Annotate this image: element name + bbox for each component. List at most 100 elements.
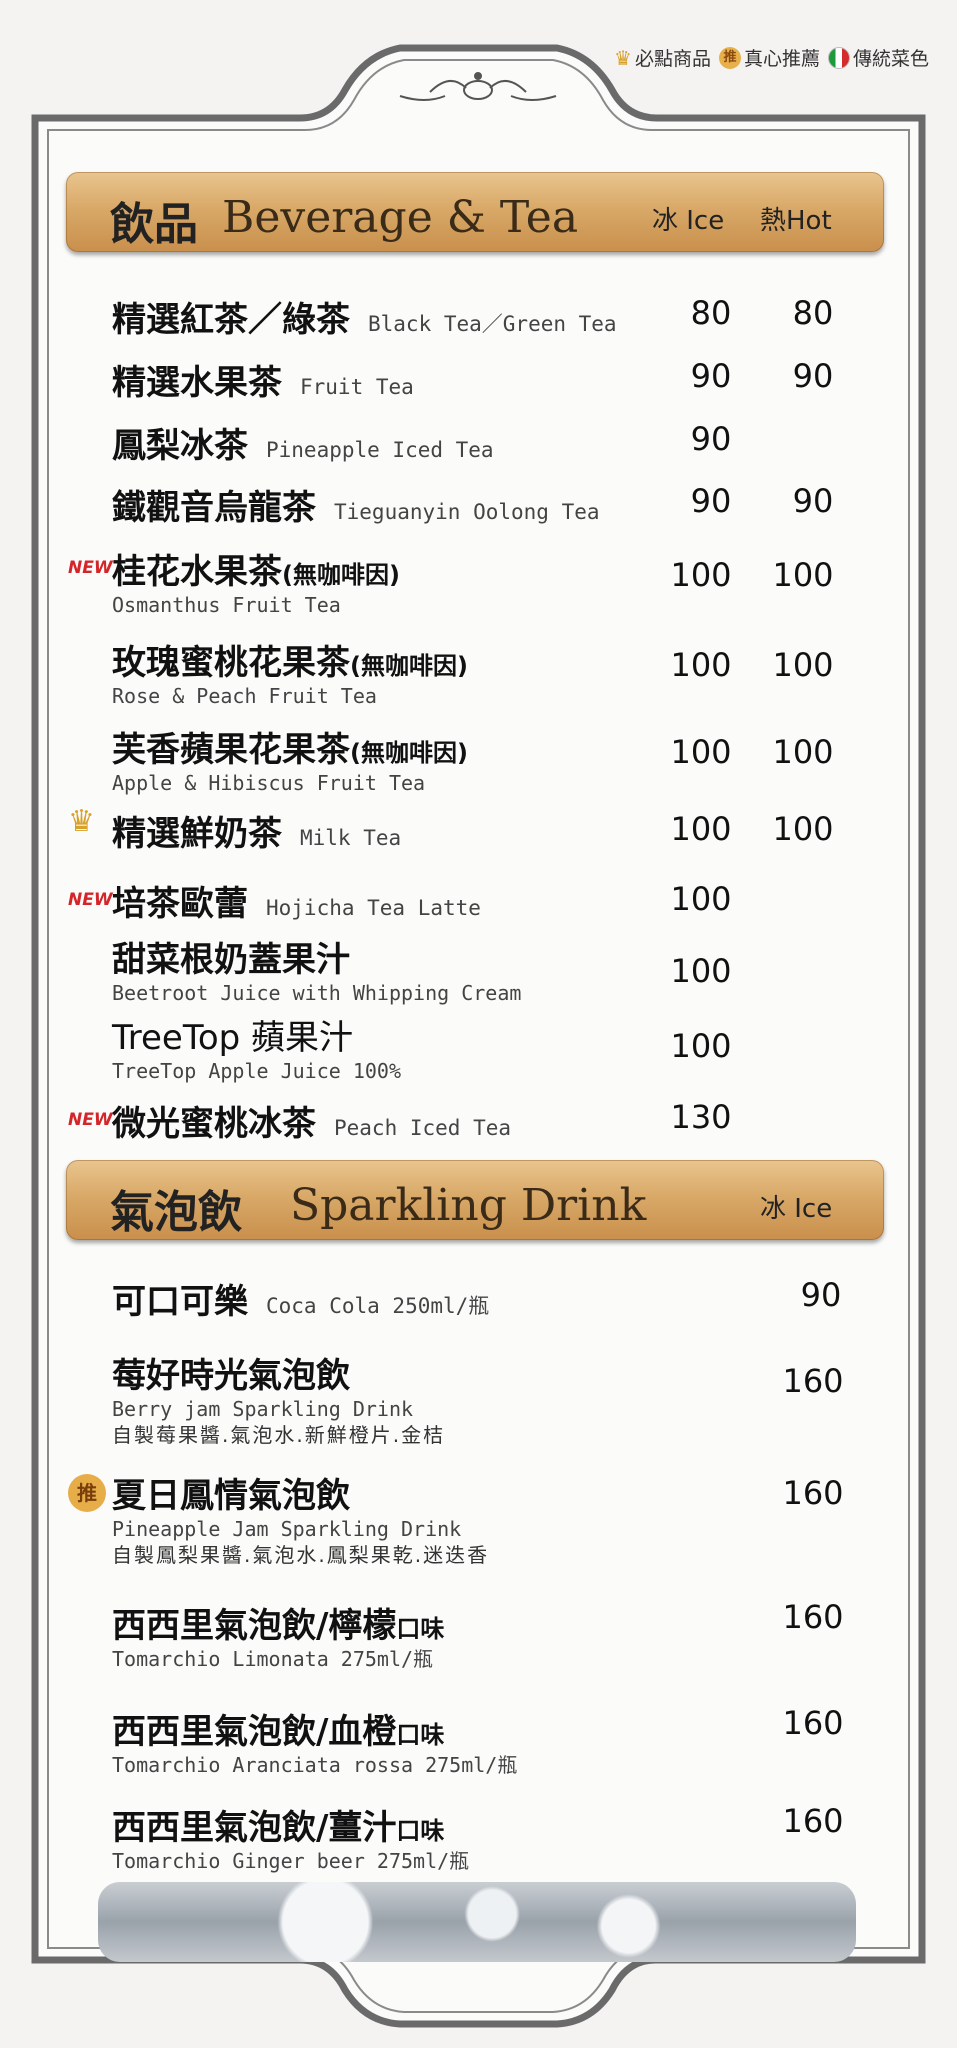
- item-en: Tomarchio Aranciata rossa 275ml/瓶: [112, 1753, 518, 1777]
- sparkling-header: 氣泡飲 Sparkling Drink 冰 Ice: [66, 1160, 884, 1240]
- menu-item: 可口可樂 Coca Cola 250ml/瓶: [112, 1274, 489, 1323]
- item-en: Milk Tea: [300, 826, 402, 850]
- item-en: TreeTop Apple Juice 100%: [112, 1059, 401, 1083]
- item-note: 口味: [396, 1615, 445, 1643]
- item-name: 甜菜根奶蓋果汁: [112, 940, 350, 980]
- item-desc: 自製莓果醬.氣泡水.新鮮橙片.金桔: [112, 1423, 446, 1447]
- item-name: 微光蜜桃冰茶: [112, 1104, 316, 1144]
- price-ice: 90: [690, 482, 732, 520]
- price-ice: 90: [690, 357, 732, 395]
- price: 160: [782, 1474, 844, 1512]
- price: 160: [782, 1598, 844, 1636]
- price-hot: 100: [772, 810, 834, 848]
- item-en: Tomarchio Ginger beer 275ml/瓶: [112, 1849, 470, 1873]
- price-ice: 100: [670, 810, 732, 848]
- item-en: Apple & Hibiscus Fruit Tea: [112, 771, 426, 795]
- item-name: 精選紅茶／綠茶: [112, 300, 350, 340]
- item-en: Peach Iced Tea: [334, 1116, 512, 1140]
- price: 160: [782, 1362, 844, 1400]
- sparkling-title-en: Sparkling Drink: [290, 1180, 647, 1231]
- item-en: Rose & Peach Fruit Tea: [112, 684, 377, 708]
- price-ice: 100: [670, 733, 732, 771]
- menu-item: 西西里氣泡飲/血橙口味 Tomarchio Aranciata rossa 27…: [112, 1704, 517, 1777]
- crown-icon: ♛: [68, 804, 95, 839]
- item-note: (無咖啡因): [282, 561, 400, 589]
- price-ice: 100: [670, 556, 732, 594]
- item-name: 鳳梨冰茶: [112, 426, 248, 466]
- price-hot: 90: [792, 482, 834, 520]
- menu-item: 夏日鳳情氣泡飲 Pineapple Jam Sparkling Drink 自製…: [112, 1468, 489, 1569]
- menu-item: 精選紅茶／綠茶 Black Tea／Green Tea: [112, 292, 617, 341]
- item-note: 口味: [396, 1721, 445, 1749]
- item-desc: 自製鳳梨果醬.氣泡水.鳳梨果乾.迷迭香: [112, 1543, 490, 1567]
- item-en: Osmanthus Fruit Tea: [112, 593, 341, 617]
- price-hot: 100: [772, 556, 834, 594]
- item-name: 鐵觀音烏龍茶: [112, 488, 316, 528]
- item-name: 精選鮮奶茶: [112, 814, 282, 854]
- menu-item: 莓好時光氣泡飲 Berry jam Sparkling Drink 自製莓果醬.…: [112, 1348, 445, 1449]
- item-name: 西西里氣泡飲/檸檬: [112, 1606, 397, 1646]
- beverage-title-en: Beverage & Tea: [222, 192, 579, 243]
- item-en: Tieguanyin Oolong Tea: [334, 500, 600, 524]
- item-en: Berry jam Sparkling Drink: [112, 1397, 414, 1421]
- col-hot: 熱Hot: [760, 206, 832, 236]
- menu-item: 鳳梨冰茶 Pineapple Iced Tea: [112, 418, 494, 467]
- menu-item: 桂花水果茶(無咖啡因) Osmanthus Fruit Tea: [112, 544, 400, 617]
- item-en: Pineapple Jam Sparkling Drink: [112, 1517, 462, 1541]
- menu-item: 甜菜根奶蓋果汁 Beetroot Juice with Whipping Cre…: [112, 932, 521, 1005]
- price-hot: 100: [772, 646, 834, 684]
- item-name: 西西里氣泡飲/血橙: [112, 1712, 397, 1752]
- menu-item: 微光蜜桃冰茶 Peach Iced Tea: [112, 1096, 511, 1145]
- menu-item: 西西里氣泡飲/檸檬口味 Tomarchio Limonata 275ml/瓶: [112, 1598, 444, 1671]
- item-en: Coca Cola 250ml/瓶: [266, 1294, 490, 1318]
- beverage-title-cn: 飲品: [110, 199, 198, 250]
- price: 160: [782, 1704, 844, 1742]
- item-en: Black Tea／Green Tea: [368, 312, 617, 336]
- menu-item: 西西里氣泡飲/薑汁口味 Tomarchio Ginger beer 275ml/…: [112, 1800, 469, 1873]
- price-hot: 80: [792, 294, 834, 332]
- price-ice: 100: [670, 1027, 732, 1065]
- menu-item: 精選鮮奶茶 Milk Tea: [112, 806, 401, 855]
- item-note: (無咖啡因): [350, 652, 468, 680]
- item-en: Fruit Tea: [300, 375, 414, 399]
- item-name: 可口可樂: [112, 1282, 248, 1322]
- item-note: 口味: [396, 1817, 445, 1845]
- item-name: TreeTop 蘋果汁: [112, 1018, 354, 1058]
- price-ice: 100: [670, 952, 732, 990]
- bubbles-image: [98, 1882, 856, 1962]
- menu-item: 鐵觀音烏龍茶 Tieguanyin Oolong Tea: [112, 480, 600, 529]
- menu-item: 芙香蘋果花果茶(無咖啡因) Apple & Hibiscus Fruit Tea: [112, 722, 468, 795]
- price-hot: 100: [772, 733, 834, 771]
- menu-item: 培茶歐蕾 Hojicha Tea Latte: [112, 876, 481, 925]
- price-ice: 130: [670, 1098, 732, 1136]
- item-name: 培茶歐蕾: [112, 884, 248, 924]
- menu-item: TreeTop 蘋果汁 TreeTop Apple Juice 100%: [112, 1010, 401, 1083]
- recommend-icon: 推: [68, 1474, 106, 1512]
- price-hot: 90: [792, 357, 834, 395]
- price-ice: 100: [670, 646, 732, 684]
- col-ice: 冰 Ice: [760, 1194, 833, 1224]
- item-name: 芙香蘋果花果茶: [112, 730, 350, 770]
- col-ice: 冰 Ice: [652, 206, 725, 236]
- menu-item: 玫瑰蜜桃花果茶(無咖啡因) Rose & Peach Fruit Tea: [112, 635, 468, 708]
- new-badge: NEW: [68, 1110, 113, 1130]
- price-ice: 100: [670, 880, 732, 918]
- menu-item: 精選水果茶 Fruit Tea: [112, 355, 414, 404]
- item-name: 夏日鳳情氣泡飲: [112, 1476, 350, 1516]
- item-name: 精選水果茶: [112, 363, 282, 403]
- sparkling-title-cn: 氣泡飲: [110, 1187, 242, 1238]
- item-en: Beetroot Juice with Whipping Cream: [112, 981, 522, 1005]
- beverage-header: 飲品 Beverage & Tea 冰 Ice 熱Hot: [66, 172, 884, 252]
- item-en: Tomarchio Limonata 275ml/瓶: [112, 1647, 434, 1671]
- item-note: (無咖啡因): [350, 739, 468, 767]
- price: 160: [782, 1802, 844, 1840]
- item-en: Pineapple Iced Tea: [266, 438, 494, 462]
- price: 90: [800, 1276, 842, 1314]
- item-name: 玫瑰蜜桃花果茶: [112, 643, 350, 683]
- price-ice: 90: [690, 420, 732, 458]
- new-badge: NEW: [68, 558, 113, 578]
- item-en: Hojicha Tea Latte: [266, 896, 481, 920]
- item-name: 西西里氣泡飲/薑汁: [112, 1808, 397, 1848]
- item-name: 桂花水果茶: [112, 552, 282, 592]
- price-ice: 80: [690, 294, 732, 332]
